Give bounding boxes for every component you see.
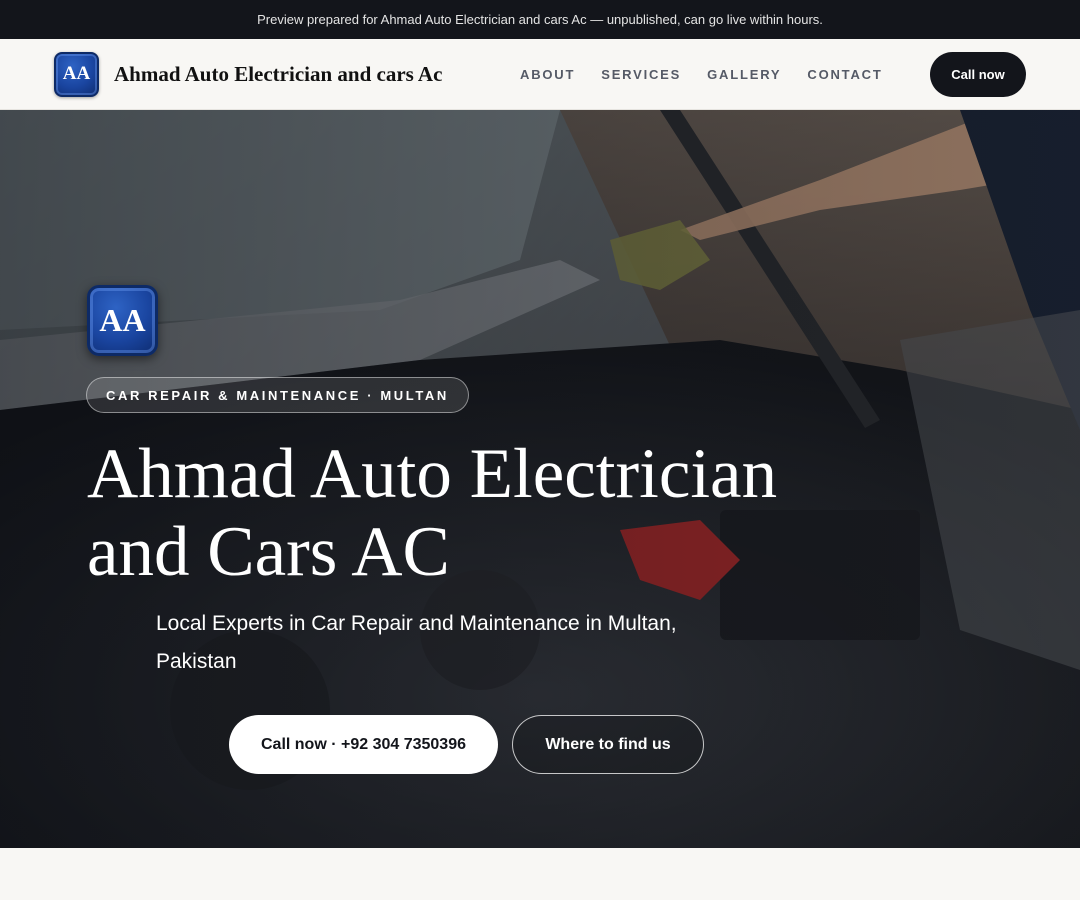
hero-eyebrow-tag: CAR REPAIR & MAINTENANCE · MULTAN	[86, 377, 469, 413]
hero-location-button[interactable]: Where to find us	[512, 715, 704, 774]
preview-banner: Preview prepared for Ahmad Auto Electric…	[0, 0, 1080, 39]
hero-eyebrow-text: CAR REPAIR & MAINTENANCE · MULTAN	[106, 387, 449, 403]
hero-title-line2: and Cars AC	[87, 513, 450, 591]
hero-title: Ahmad Auto Electrician and Cars AC	[87, 435, 847, 591]
brand-name[interactable]: Ahmad Auto Electrician and cars Ac	[114, 62, 442, 87]
main-nav: ABOUT SERVICES GALLERY CONTACT	[520, 39, 909, 110]
nav-contact[interactable]: CONTACT	[807, 67, 882, 82]
preview-banner-text: Preview prepared for Ahmad Auto Electric…	[257, 12, 823, 27]
hero-section: AA CAR REPAIR & MAINTENANCE · MULTAN Ahm…	[0, 110, 1080, 848]
hero-call-button[interactable]: Call now · +92 304 7350396	[229, 715, 498, 774]
hero-logo-badge: AA	[87, 285, 158, 356]
hero-subtitle: Local Experts in Car Repair and Maintena…	[156, 612, 677, 673]
hero-logo-initials: AA	[99, 302, 146, 338]
nav-gallery[interactable]: GALLERY	[707, 67, 781, 82]
header-call-button[interactable]: Call now	[930, 52, 1026, 97]
nav-services[interactable]: SERVICES	[601, 67, 681, 82]
nav-about[interactable]: ABOUT	[520, 67, 575, 82]
hero-title-line1: Ahmad Auto Electrician	[87, 435, 778, 513]
logo-badge[interactable]: AA	[54, 51, 99, 97]
logo-initials: AA	[62, 63, 91, 84]
site-header: AA Ahmad Auto Electrician and cars Ac AB…	[0, 39, 1080, 110]
